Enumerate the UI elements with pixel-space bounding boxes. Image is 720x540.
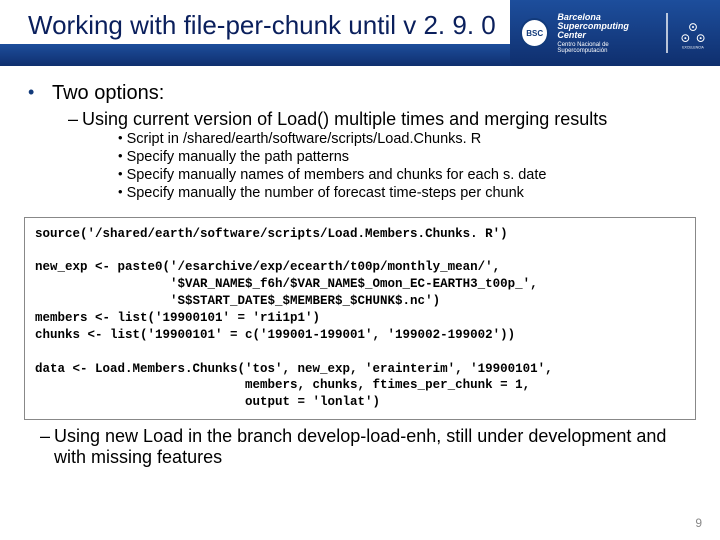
bullet-l3d-text: Specify manually the number of forecast …: [127, 184, 524, 202]
bullet-l3c-text: Specify manually names of members and ch…: [127, 166, 547, 184]
bullet-dot-icon: •: [28, 82, 42, 105]
mini-dot-icon: •: [118, 130, 123, 148]
bullet-level3-c: • Specify manually names of members and …: [118, 166, 692, 184]
slide-header: Working with file-per-chunk until v 2. 9…: [0, 0, 720, 64]
bsc-seal-text: BSC: [526, 29, 543, 38]
bsc-line4: Centro Nacional de Supercomputación: [557, 42, 658, 54]
bsc-text-block: Barcelona Supercomputing Center Centro N…: [557, 13, 658, 54]
bullet-level2-b: – Using new Load in the branch develop-l…: [40, 426, 692, 468]
mini-dot-icon: •: [118, 166, 123, 184]
code-block: source('/shared/earth/software/scripts/L…: [24, 217, 696, 421]
svg-text:EXCELENCIA: EXCELENCIA: [682, 45, 704, 49]
logo-area: BSC Barcelona Supercomputing Center Cent…: [510, 0, 720, 66]
mini-dot-icon: •: [118, 184, 123, 202]
bullet-level2-a: – Using current version of Load() multip…: [68, 109, 692, 130]
bullet-l3b-text: Specify manually the path patterns: [127, 148, 349, 166]
dash-icon: –: [40, 426, 50, 468]
bullet-level3-a: • Script in /shared/earth/software/scrip…: [118, 130, 692, 148]
bullet-l2b-text: Using new Load in the branch develop-loa…: [54, 426, 692, 468]
bullet-level3-d: • Specify manually the number of forecas…: [118, 184, 692, 202]
bullet-level3-b: • Specify manually the path patterns: [118, 148, 692, 166]
dash-icon: –: [68, 109, 78, 130]
excellence-logo-icon: EXCELENCIA: [676, 16, 710, 50]
bullet-l3a-text: Script in /shared/earth/software/scripts…: [127, 130, 482, 148]
bullet-l1-text: Two options:: [52, 82, 164, 105]
bullet-level1: • Two options:: [28, 82, 692, 105]
slide-content: • Two options: – Using current version o…: [0, 64, 720, 203]
bullet-l2a-text: Using current version of Load() multiple…: [82, 109, 607, 130]
logo-separator: [666, 13, 668, 53]
slide-title: Working with file-per-chunk until v 2. 9…: [28, 10, 496, 41]
mini-dot-icon: •: [118, 148, 123, 166]
bsc-seal-icon: BSC: [520, 18, 549, 48]
bsc-line3: Center: [557, 31, 658, 40]
page-number: 9: [695, 516, 702, 530]
